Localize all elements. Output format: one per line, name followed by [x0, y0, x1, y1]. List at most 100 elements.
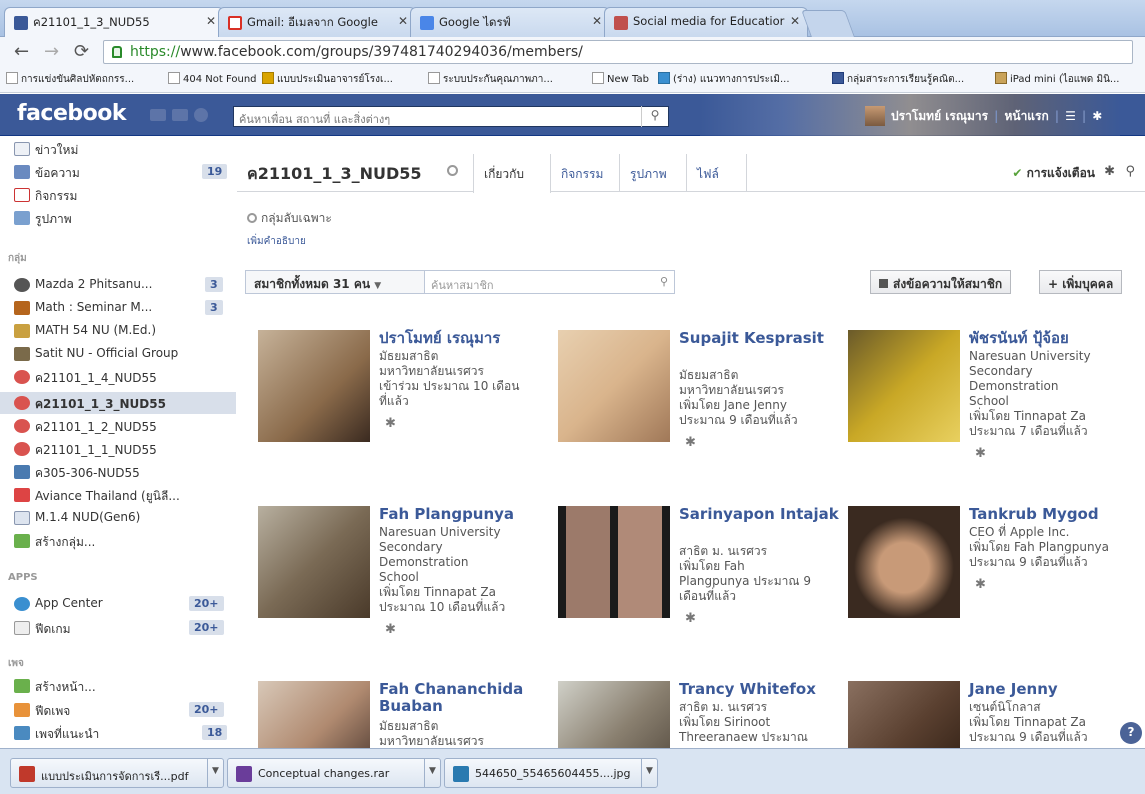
add-description-link[interactable]: เพิ่มคำอธิบาย — [247, 234, 306, 249]
sidebar-group-item-selected[interactable]: ค21101_1_3_NUD55 — [35, 395, 166, 414]
sidebar-game-feed[interactable]: ฟีดเกม — [35, 620, 71, 639]
member-name[interactable]: Supajit Kesprasit — [679, 330, 844, 347]
tab-about[interactable]: เกี่ยวกับ — [473, 154, 551, 193]
sidebar-group-item[interactable]: Math : Seminar M... — [35, 300, 152, 314]
bookmark-item[interactable]: New Tab — [592, 72, 649, 85]
address-bar[interactable]: https://www.facebook.com/groups/39748174… — [103, 40, 1133, 64]
reload-icon[interactable]: ⟳ — [74, 41, 89, 62]
browser-tab-2[interactable]: Gmail: อีเมลจาก Google ✕ — [218, 7, 416, 37]
sidebar-item-news-feed[interactable]: ข่าวใหม่ — [35, 141, 78, 160]
sidebar-recommended-pages[interactable]: เพจที่แนะนำ — [35, 725, 99, 744]
bookmark-item[interactable]: แบบประเมินอาจารย์โรงเ... — [262, 72, 393, 87]
member-name[interactable]: Sarinyapon Intajak — [679, 506, 844, 523]
back-arrow-icon[interactable]: ← — [14, 41, 29, 62]
download-menu-chevron-icon[interactable]: ▼ — [207, 758, 223, 788]
sidebar-item-photos[interactable]: รูปภาพ — [35, 210, 72, 229]
member-photo[interactable] — [558, 681, 670, 748]
sidebar-group-item[interactable]: Aviance Thailand (ยูนิลี... — [35, 487, 180, 506]
member-options-gear-icon[interactable]: ✱ — [685, 611, 696, 626]
browser-tab-1[interactable]: ค21101_1_3_NUD55 ✕ — [4, 7, 224, 38]
sidebar-group-item[interactable]: ค21101_1_2_NUD55 — [35, 418, 157, 437]
group-title[interactable]: ค21101_1_3_NUD55 — [247, 162, 422, 187]
bookmark-item[interactable]: ระบบประกันคุณภาพภา... — [428, 72, 553, 87]
member-name[interactable]: ปราโมทย์ เรณุมาร — [379, 330, 544, 347]
notifications-button[interactable]: ✔ การแจ้งเตือน — [1012, 164, 1095, 183]
facebook-logo[interactable]: facebook — [17, 101, 127, 126]
sidebar-group-item[interactable]: MATH 54 NU (M.Ed.) — [35, 323, 156, 337]
home-link[interactable]: หน้าแรก — [1004, 109, 1048, 123]
forward-arrow-icon[interactable]: → — [44, 41, 59, 62]
help-chat-icon[interactable]: ? — [1120, 722, 1142, 744]
member-photo[interactable] — [848, 330, 960, 442]
friends-list-icon[interactable]: ☰ — [1065, 109, 1076, 123]
member-options-gear-icon[interactable]: ✱ — [975, 446, 986, 461]
member-name[interactable]: Tankrub Mygod — [969, 506, 1134, 523]
facebook-search-input[interactable]: ค้นหาเพื่อน สถานที่ และสิ่งต่างๆ ⚲ — [233, 106, 669, 127]
download-item[interactable]: แบบประเมินการจัดการเรี...pdf ▼ — [10, 758, 224, 788]
sidebar-item-events[interactable]: กิจกรรม — [35, 187, 77, 206]
sidebar-group-item[interactable]: ค21101_1_1_NUD55 — [35, 441, 157, 460]
browser-tab-3[interactable]: Google ไดรฟ์ ✕ — [410, 7, 610, 37]
close-tab-icon[interactable]: ✕ — [790, 14, 800, 28]
bookmark-item[interactable]: iPad mini (ไอแพด มินิ... — [995, 72, 1119, 87]
sidebar-pages-feed[interactable]: ฟีดเพจ — [35, 702, 70, 721]
tab-events[interactable]: กิจกรรม — [551, 154, 620, 192]
download-menu-chevron-icon[interactable]: ▼ — [424, 758, 440, 788]
search-icon[interactable]: ⚲ — [660, 275, 668, 288]
member-options-gear-icon[interactable]: ✱ — [685, 435, 696, 450]
bookmark-item[interactable]: 404 Not Found — [168, 72, 257, 85]
add-people-button[interactable]: + เพิ่มบุคคล — [1039, 270, 1123, 294]
members-controls: สมาชิกทั้งหมด 31 คน ▼ ค้นหาสมาชิก ⚲ ส่งข… — [245, 270, 1137, 296]
sidebar-group-item[interactable]: ค305-306-NUD55 — [35, 464, 140, 483]
message-members-button[interactable]: ส่งข้อความให้สมาชิก — [870, 270, 1012, 294]
settings-gear-icon[interactable]: ✱ — [1092, 109, 1102, 123]
sidebar-item-messages[interactable]: ข้อความ — [35, 164, 80, 183]
group-settings-gear-icon[interactable]: ✱ — [1104, 164, 1115, 179]
member-name[interactable]: Fah Chananchida Buaban — [379, 681, 544, 715]
member-search-input[interactable]: ค้นหาสมาชิก ⚲ — [425, 270, 675, 294]
close-tab-icon[interactable]: ✕ — [592, 14, 602, 28]
member-options-gear-icon[interactable]: ✱ — [975, 577, 986, 592]
bookmark-item[interactable]: (ร่าง) แนวทางการประเมิ... — [658, 72, 790, 87]
messages-icon[interactable] — [172, 109, 188, 121]
bookmark-item[interactable]: กลุ่มสาระการเรียนรู้คณิต... — [832, 72, 964, 87]
sidebar-create-page[interactable]: สร้างหน้า... — [35, 678, 96, 697]
bookmark-item[interactable]: การแข่งขันศิลปหัตถกรร... — [6, 72, 134, 87]
member-photo[interactable] — [848, 506, 960, 618]
notifications-globe-icon[interactable] — [194, 108, 208, 122]
members-filter-select[interactable]: สมาชิกทั้งหมด 31 คน ▼ — [245, 270, 425, 294]
member-name[interactable]: Trancy Whitefox — [679, 681, 844, 698]
tab-photos[interactable]: รูปภาพ — [620, 154, 687, 192]
sidebar-group-item[interactable]: Satit NU - Official Group — [35, 346, 178, 360]
download-menu-chevron-icon[interactable]: ▼ — [641, 758, 657, 788]
member-photo[interactable] — [258, 681, 370, 748]
sidebar-group-item[interactable]: M.1.4 NUD(Gen6) — [35, 510, 140, 524]
sidebar-group-item[interactable]: Mazda 2 Phitsanu... — [35, 277, 152, 291]
user-name-link[interactable]: ปราโมทย์ เรณุมาร — [891, 109, 988, 123]
check-icon: ✔ — [1012, 166, 1023, 180]
member-options-gear-icon[interactable]: ✱ — [385, 416, 396, 431]
sidebar-app-center[interactable]: App Center — [35, 596, 103, 610]
download-item[interactable]: Conceptual changes.rar ▼ — [227, 758, 441, 788]
member-name[interactable]: พัชรนันท์ ปุ้จ้อย — [969, 330, 1134, 347]
member-photo[interactable] — [558, 330, 670, 442]
browser-tab-4[interactable]: Social media for Educatior ✕ — [604, 7, 808, 37]
member-photo[interactable] — [258, 506, 370, 618]
member-options-gear-icon[interactable]: ✱ — [385, 622, 396, 637]
close-tab-icon[interactable]: ✕ — [206, 14, 216, 28]
friend-requests-icon[interactable] — [150, 109, 166, 121]
sidebar-create-group[interactable]: สร้างกลุ่ม... — [35, 533, 95, 552]
member-photo[interactable] — [848, 681, 960, 748]
download-item[interactable]: 544650_55465604455....jpg ▼ — [444, 758, 658, 788]
member-name[interactable]: Fah Plangpunya — [379, 506, 544, 523]
close-tab-icon[interactable]: ✕ — [398, 14, 408, 28]
member-photo[interactable] — [258, 330, 370, 442]
search-icon[interactable]: ⚲ — [641, 106, 668, 127]
avatar[interactable] — [865, 106, 885, 126]
group-search-icon[interactable]: ⚲ — [1125, 164, 1135, 179]
member-name[interactable]: Jane Jenny — [969, 681, 1134, 698]
member-photo[interactable] — [558, 506, 670, 618]
tab-files[interactable]: ไฟล์ — [687, 154, 747, 192]
sidebar-group-item[interactable]: ค21101_1_4_NUD55 — [35, 369, 157, 388]
new-tab-button[interactable] — [801, 10, 855, 37]
